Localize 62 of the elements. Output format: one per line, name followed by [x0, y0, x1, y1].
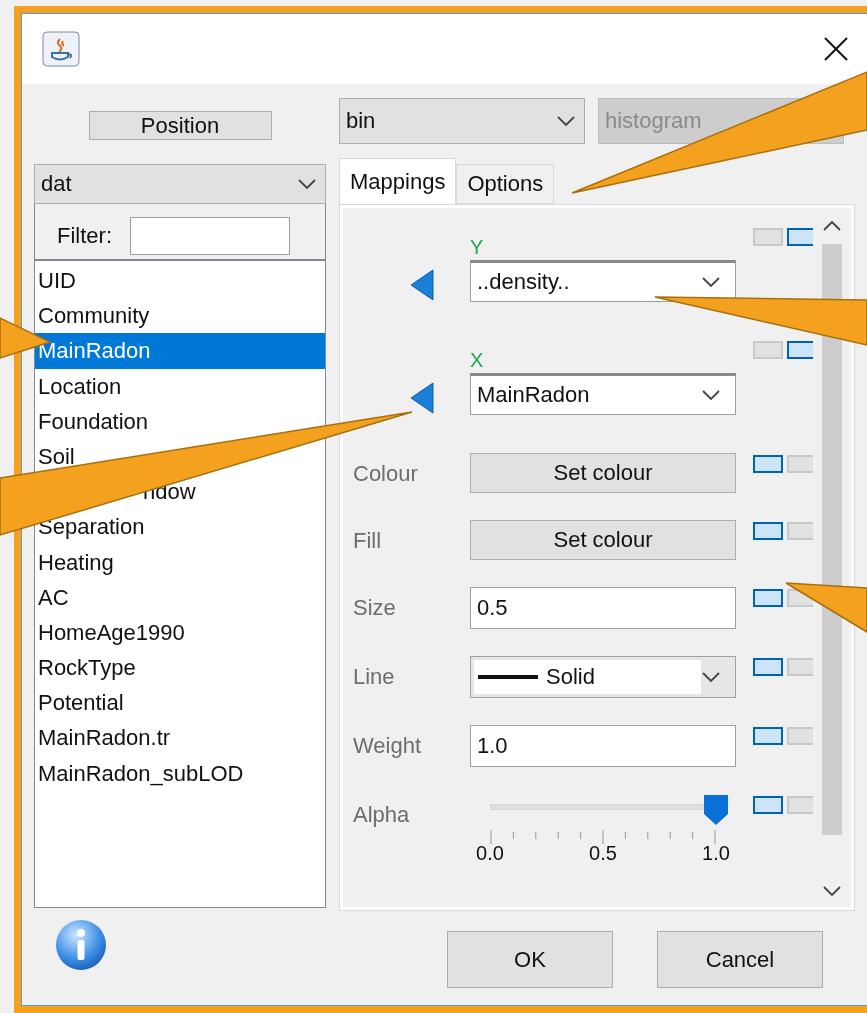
- dialog-button[interactable]: OK: [447, 931, 613, 988]
- list-item[interactable]: Foundation: [35, 403, 325, 439]
- toggle-square[interactable]: [753, 589, 783, 607]
- tab[interactable]: Mappings: [339, 158, 457, 204]
- list-item[interactable]: AC: [35, 579, 325, 615]
- set-colour-button[interactable]: Set colour: [470, 520, 736, 560]
- toggle-square[interactable]: [787, 228, 813, 246]
- toggle-square[interactable]: [753, 796, 783, 814]
- axis-label: Y: [470, 236, 485, 260]
- info-icon[interactable]: [54, 918, 108, 972]
- list-item[interactable]: Community: [35, 298, 325, 334]
- row-label: Weight: [353, 733, 422, 758]
- list-item[interactable]: RockType: [35, 650, 325, 686]
- close-icon[interactable]: [823, 36, 849, 62]
- chevron-down-icon: [701, 276, 721, 288]
- filter-label: Filter:: [57, 222, 112, 249]
- list-item[interactable]: HomeAge1990: [35, 614, 325, 651]
- chevron-down-icon: [297, 178, 317, 190]
- toggle-square[interactable]: [753, 727, 783, 745]
- toggle-square[interactable]: [753, 658, 783, 676]
- line-style-combo[interactable]: Solid: [470, 656, 736, 698]
- tick-label: 0.5: [589, 842, 617, 865]
- list-item[interactable]: MainRadon.tr: [35, 720, 325, 756]
- row-label: Fill: [353, 528, 382, 553]
- triangle-arrow-icon[interactable]: [409, 382, 435, 414]
- dataset-combo-box[interactable]: dat: [34, 164, 326, 204]
- axis-label: X: [470, 349, 485, 373]
- chevron-down-icon: [822, 885, 842, 897]
- chevron-down-icon: [556, 115, 576, 127]
- chevron-down-icon: [701, 389, 721, 401]
- input-field[interactable]: 0.5: [470, 587, 736, 629]
- scrollbar[interactable]: [813, 208, 851, 907]
- axis-combo-box[interactable]: ..density..: [470, 260, 736, 302]
- list-item[interactable]: MainRadon_subLOD: [35, 755, 325, 791]
- tick-label: 1.0: [702, 842, 730, 865]
- row-label: Line: [353, 664, 395, 689]
- set-colour-button[interactable]: Set colour: [470, 453, 736, 493]
- row-label: Size: [353, 595, 396, 620]
- list-item[interactable]: Separation: [35, 509, 325, 545]
- triangle-arrow-icon[interactable]: [409, 269, 435, 301]
- cup-icon: [42, 31, 80, 67]
- filter-field[interactable]: [130, 216, 290, 255]
- dialog-button[interactable]: Cancel: [657, 931, 823, 988]
- toggle-square[interactable]: [787, 341, 813, 359]
- chevron-up-icon[interactable]: [822, 220, 842, 232]
- input-field[interactable]: 1.0: [470, 725, 736, 767]
- list-item[interactable]: Potential: [35, 685, 325, 721]
- position-button[interactable]: Position: [88, 111, 272, 140]
- slider-thumb[interactable]: [703, 794, 729, 826]
- row-label: Alpha: [353, 802, 410, 827]
- tab[interactable]: Options: [456, 164, 555, 204]
- tick-label: 0.0: [476, 842, 504, 865]
- stat-combo-box[interactable]: bin: [339, 98, 585, 144]
- toggle-square[interactable]: [753, 455, 783, 473]
- chevron-down-icon: [701, 671, 721, 683]
- list-item[interactable]: UID: [35, 263, 325, 299]
- list-item[interactable]: Heating: [35, 544, 325, 580]
- list-item[interactable]: Location: [35, 368, 325, 404]
- axis-combo-box[interactable]: MainRadon: [470, 373, 736, 415]
- list-item[interactable]: MainRadon: [35, 333, 325, 369]
- toggle-square[interactable]: [753, 522, 783, 540]
- row-label: Colour: [353, 461, 418, 486]
